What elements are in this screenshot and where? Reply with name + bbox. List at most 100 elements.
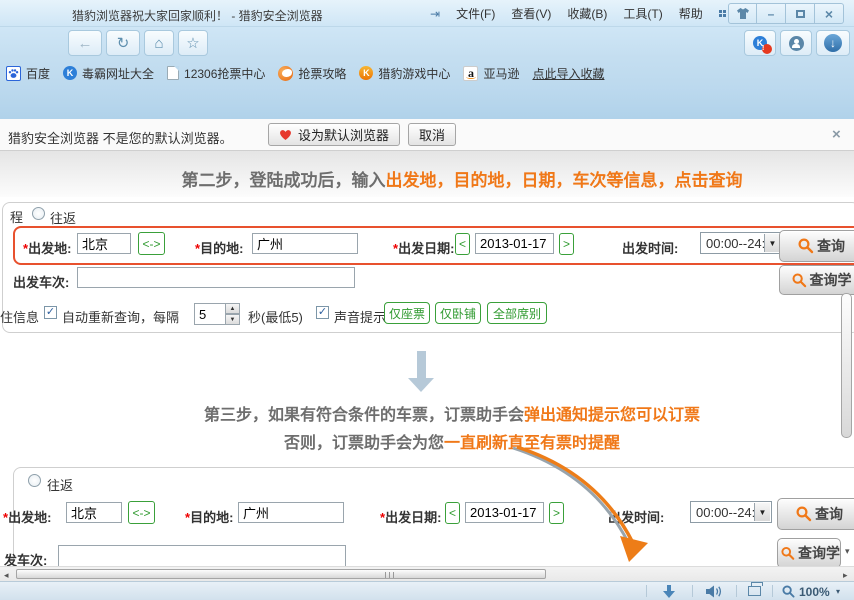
search-icon	[798, 238, 814, 254]
time-select[interactable]: 00:00--24:00 ▼	[700, 232, 782, 254]
zoom-icon[interactable]	[782, 585, 795, 598]
download-manager-button[interactable]: ↓	[816, 30, 850, 56]
date-next-button[interactable]: >	[559, 233, 574, 255]
profile-icon	[789, 36, 804, 51]
stepper-up-icon[interactable]: ▲	[226, 303, 240, 314]
query-dropdown-icon[interactable]: ▾	[845, 546, 850, 557]
cheetah-icon	[278, 66, 293, 81]
divider	[692, 585, 693, 597]
import-favorites-link[interactable]: 点此导入收藏	[532, 65, 604, 82]
bookmark-ticket-guide[interactable]: 抢票攻略	[278, 65, 346, 82]
maximize-button[interactable]	[786, 3, 815, 24]
query-student-button-2[interactable]: 查询学	[777, 538, 841, 566]
date-input-2[interactable]	[465, 502, 544, 523]
train-no-input-2[interactable]	[58, 545, 346, 566]
interval-input[interactable]	[194, 303, 226, 325]
seconds-label: 秒(最低5)	[248, 307, 303, 326]
swap-stations-button[interactable]: <->	[138, 232, 165, 255]
menu-favorites[interactable]: 收藏(B)	[567, 5, 607, 22]
bookmarks-bar: 百度 K 毒霸网址大全 12306抢票中心 抢票攻略 K 猎豹游戏中心	[0, 58, 854, 88]
scroll-left-icon[interactable]: ◂	[4, 570, 9, 581]
from-label: *出发地:	[23, 238, 71, 257]
from-input-2[interactable]	[66, 502, 122, 523]
pin-menu-icon[interactable]: ⇥	[430, 7, 440, 21]
favorites-button[interactable]: ☆	[178, 30, 208, 56]
query-student-button[interactable]: 查询学	[779, 265, 854, 295]
seat-only-button[interactable]: 仅座票	[384, 302, 430, 324]
cancel-button[interactable]: 取消	[408, 123, 456, 146]
swap-stations-button-2[interactable]: <->	[128, 501, 155, 524]
home-icon: ⌂	[154, 35, 163, 52]
bookmark-duba[interactable]: K 毒霸网址大全	[63, 65, 154, 82]
back-button[interactable]: ←	[68, 30, 102, 56]
date-prev-button-2[interactable]: <	[445, 502, 460, 524]
date-label-2: *出发日期:	[380, 507, 441, 526]
page-content: 第二步，登陆成功后，输入出发地，目的地，日期，车次等信息，点击查询 程 往返 *…	[0, 151, 854, 566]
bookmark-baidu[interactable]: 百度	[6, 65, 50, 82]
train-no-label-2: 发车次:	[4, 550, 47, 566]
minimize-button[interactable]: –	[757, 3, 786, 24]
privacy-button[interactable]	[780, 30, 812, 56]
horizontal-scrollbar-thumb[interactable]	[16, 569, 546, 579]
zoom-level[interactable]: 100%	[799, 585, 830, 599]
bookmark-amazon[interactable]: a 亚马逊	[463, 65, 519, 82]
stepper-down-icon[interactable]: ▼	[226, 314, 240, 325]
default-browser-notice: 猎豹安全浏览器 不是您的默认浏览器。 设为默认浏览器 取消 ×	[0, 119, 854, 151]
login-button[interactable]: K !	[744, 30, 776, 56]
set-default-browser-button[interactable]: 设为默认浏览器	[268, 123, 400, 146]
date-input[interactable]	[475, 233, 554, 254]
maximize-icon	[796, 10, 805, 18]
step2-heading: 第二步，登陆成功后，输入出发地，目的地，日期，车次等信息，点击查询	[100, 166, 824, 191]
menu-tools[interactable]: 工具(T)	[623, 5, 662, 22]
shirt-icon	[736, 8, 750, 20]
navigation-bar: ← ↻ ⌂ ☆ ✓ www.liebao.cn/12306/in – ☆+ ▾ …	[0, 27, 854, 58]
to-input-2[interactable]	[238, 502, 344, 523]
menu-view[interactable]: 查看(V)	[511, 5, 551, 22]
select-dropdown-icon[interactable]: ▼	[754, 503, 770, 521]
date-prev-button[interactable]: <	[455, 233, 470, 255]
bookmark-12306[interactable]: 12306抢票中心	[167, 65, 265, 82]
menu-help[interactable]: 帮助	[679, 5, 703, 22]
sound-alert-checkbox[interactable]	[316, 306, 329, 319]
scroll-right-icon[interactable]: ▸	[843, 570, 848, 581]
home-button[interactable]: ⌂	[144, 30, 174, 56]
select-dropdown-icon[interactable]: ▼	[764, 234, 780, 252]
cascade-windows-icon[interactable]	[748, 586, 761, 596]
step3-line1: 第三步，如果有符合条件的车票，订票助手会弹出通知提示您可以订票	[90, 401, 814, 425]
to-input[interactable]	[252, 233, 358, 254]
status-download-icon[interactable]	[662, 585, 676, 598]
mute-icon[interactable]	[706, 585, 722, 598]
horizontal-scrollbar[interactable]: ◂ ▸	[0, 566, 854, 581]
query-button-2[interactable]: 查询	[777, 498, 854, 530]
close-button[interactable]: ×	[815, 3, 844, 24]
baidu-paw-icon	[6, 66, 21, 81]
scrollbar-grip	[385, 572, 396, 578]
from-input[interactable]	[77, 233, 131, 254]
skin-button[interactable]	[728, 3, 757, 24]
zoom-dropdown-icon[interactable]: ▾	[836, 587, 840, 596]
menu-file[interactable]: 文件(F)	[456, 5, 495, 22]
auto-refresh-checkbox[interactable]	[44, 306, 57, 319]
notice-close-icon[interactable]: ×	[832, 126, 841, 143]
query-button[interactable]: 查询	[779, 230, 854, 262]
alert-badge: !	[762, 44, 772, 54]
time-select-2[interactable]: 00:00--24:00 ▼	[690, 501, 772, 523]
auto-refresh-label: 自动重新查询，每隔	[62, 307, 179, 326]
refresh-button[interactable]: ↻	[106, 30, 140, 56]
train-no-input[interactable]	[77, 267, 355, 288]
star-icon: ☆	[186, 34, 199, 52]
divider	[772, 585, 773, 597]
sleeper-only-button[interactable]: 仅卧铺	[435, 302, 481, 324]
date-next-button-2[interactable]: >	[549, 502, 564, 524]
all-classes-button[interactable]: 全部席别	[487, 302, 547, 324]
divider	[646, 585, 647, 597]
bookmark-game-center[interactable]: K 猎豹游戏中心	[359, 65, 450, 82]
search-icon	[781, 546, 795, 561]
grid-icon[interactable]	[719, 10, 726, 17]
close-icon: ×	[825, 6, 833, 22]
interval-stepper[interactable]: ▲▼	[194, 303, 240, 325]
vertical-scrollbar-thumb[interactable]	[841, 293, 852, 438]
roundtrip-radio-2[interactable]	[28, 474, 41, 487]
roundtrip-radio[interactable]	[32, 207, 45, 220]
heart-icon	[279, 129, 292, 141]
